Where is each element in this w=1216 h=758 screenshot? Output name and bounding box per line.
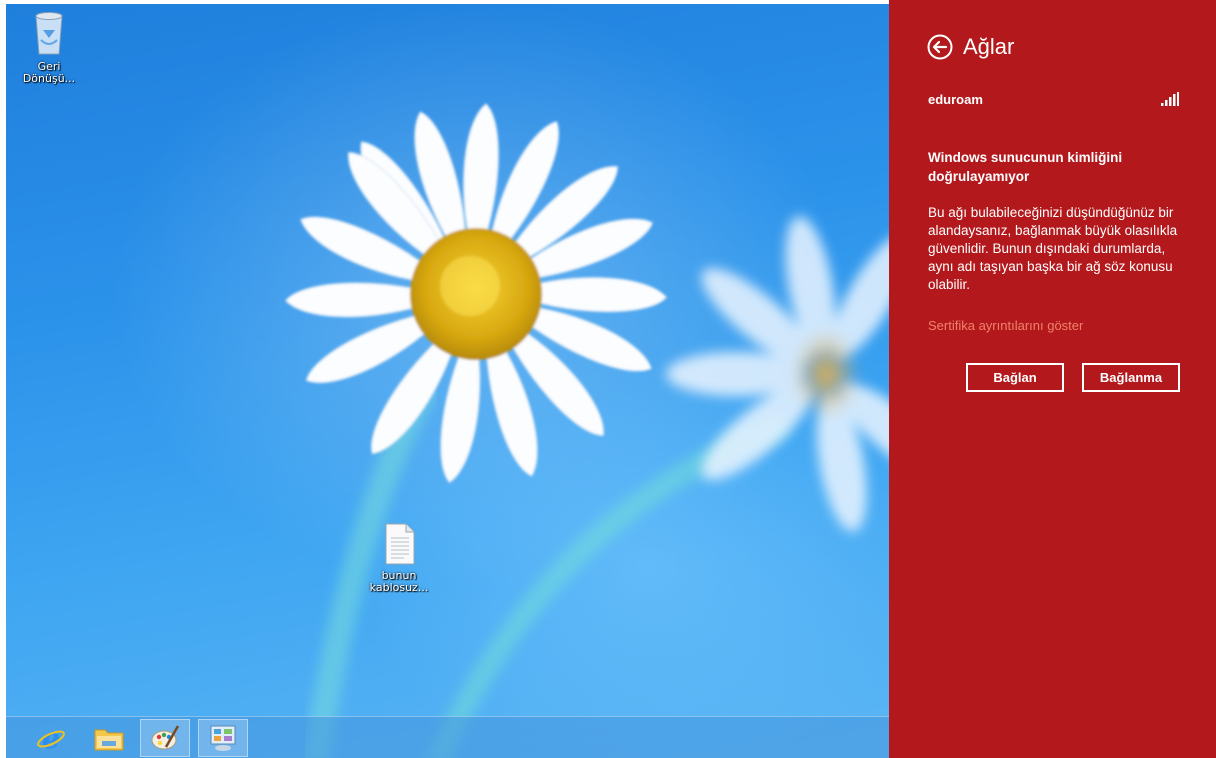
trash-bin-icon: [35, 12, 63, 55]
show-certificate-details-link[interactable]: Sertifika ayrıntılarını göster: [928, 318, 1083, 333]
file-explorer-icon: [94, 729, 124, 751]
connect-button[interactable]: Bağlan: [966, 363, 1064, 392]
charm-title: Ağlar: [963, 34, 1015, 59]
recycle-bin-icon[interactable]: Geri Dönüşü...: [13, 8, 85, 85]
document-icon: [385, 523, 415, 565]
back-arrow-icon[interactable]: [927, 34, 953, 60]
recycle-bin-label: Geri Dönüşü...: [22, 60, 76, 85]
text-document-icon[interactable]: bunun kablosuz...: [363, 523, 435, 594]
paint-button[interactable]: [140, 719, 190, 757]
control-panel-icon: [210, 725, 236, 751]
network-row[interactable]: eduroam: [928, 90, 1179, 108]
file-explorer-button[interactable]: [84, 719, 134, 757]
svg-text:e: e: [42, 723, 60, 753]
paint-icon: [151, 725, 180, 750]
text-document-label: bunun kablosuz...: [369, 569, 429, 594]
screen: Geri Dönüşü... bunun kablosuz... e Ağlar…: [0, 0, 1216, 758]
networks-charm-panel: Ağlar eduroam Windows sunucunun kimliğin…: [889, 0, 1216, 758]
network-name: eduroam: [928, 91, 983, 107]
internet-explorer-icon: e: [37, 723, 65, 753]
control-panel-button[interactable]: [198, 719, 248, 757]
dont-connect-button[interactable]: Bağlanma: [1082, 363, 1180, 392]
warning-message: Bu ağı bulabileceğinizi düşündüğünüz bir…: [928, 205, 1178, 292]
warning-title: Windows sunucunun kimliğini doğrulayamıy…: [928, 150, 1123, 184]
charm-header: Ağlar: [927, 34, 1014, 60]
wallpaper-image: [285, 103, 889, 758]
desktop[interactable]: Geri Dönüşü... bunun kablosuz...: [6, 4, 889, 758]
taskbar: e: [6, 716, 889, 758]
wifi-signal-icon: [1161, 92, 1179, 106]
internet-explorer-button[interactable]: e: [26, 719, 76, 757]
